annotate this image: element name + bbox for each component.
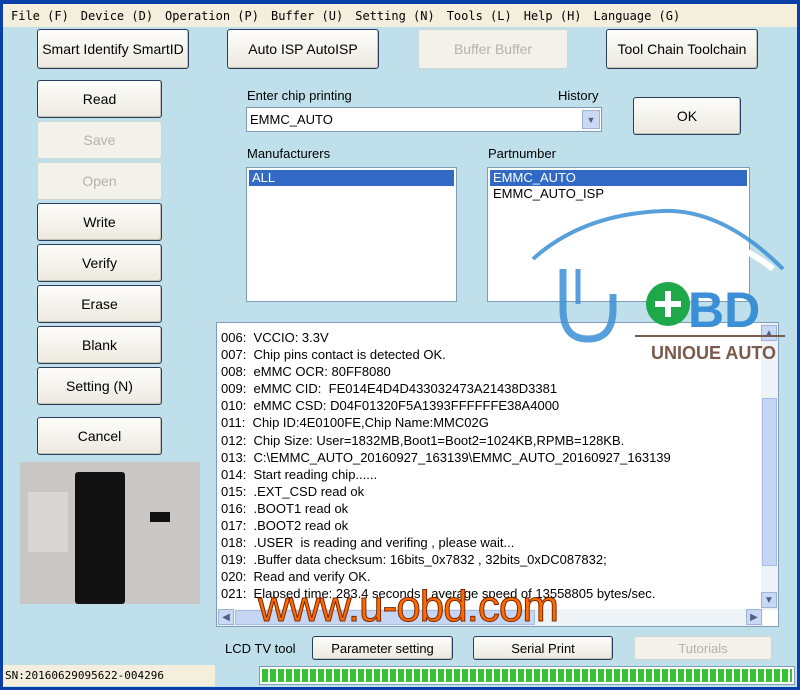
manufacturers-list[interactable]: ALL: [246, 167, 457, 302]
menu-file[interactable]: File (F): [11, 9, 69, 23]
vertical-scrollbar[interactable]: ▲ ▼: [761, 323, 778, 610]
tutorials-button[interactable]: Tutorials: [634, 636, 772, 660]
progress-bar: [259, 666, 795, 685]
scrollbar-thumb[interactable]: [762, 398, 777, 566]
programmer-device-image: [20, 462, 200, 604]
auto-isp-button[interactable]: Auto ISP AutoISP: [227, 29, 379, 69]
chip-printing-label: Enter chip printing: [247, 88, 352, 103]
list-item[interactable]: EMMC_AUTO: [490, 170, 747, 186]
menu-device[interactable]: Device (D): [81, 9, 153, 23]
list-item[interactable]: ALL: [249, 170, 454, 186]
setting-button[interactable]: Setting (N): [37, 367, 162, 405]
svg-text:UNIQUE AUTO: UNIQUE AUTO: [651, 343, 776, 359]
u-obd-logo-watermark: BD UNIQUE AUTO: [531, 208, 785, 359]
scroll-left-icon[interactable]: ◀: [218, 609, 234, 625]
toolchain-button[interactable]: Tool Chain Toolchain: [606, 29, 758, 69]
menu-help[interactable]: Help (H): [524, 9, 582, 23]
lcd-tv-tool-label: LCD TV tool: [225, 641, 296, 656]
log-line: 016: .BOOT1 read ok: [221, 500, 349, 516]
menu-tools[interactable]: Tools (L): [447, 9, 512, 23]
blank-button[interactable]: Blank: [37, 326, 162, 364]
save-button[interactable]: Save: [37, 121, 162, 159]
menu-operation[interactable]: Operation (P): [165, 9, 259, 23]
progress-fill: [262, 669, 792, 682]
write-button[interactable]: Write: [37, 203, 162, 241]
partnumber-label: Partnumber: [488, 146, 556, 161]
log-line: 014: Start reading chip......: [221, 466, 378, 482]
log-line: 017: .BOOT2 read ok: [221, 518, 349, 534]
buffer-button[interactable]: Buffer Buffer: [418, 29, 568, 69]
log-line: 019: .Buffer data checksum: 16bits_0x783…: [221, 552, 607, 568]
ok-button[interactable]: OK: [633, 97, 741, 135]
status-bar: SN:20160629095622-004296: [3, 664, 797, 687]
log-line: 012: Chip Size: User=1832MB,Boot1=Boot2=…: [221, 432, 625, 448]
menu-setting[interactable]: Setting (N): [355, 9, 434, 23]
log-line: 013: C:\EMMC_AUTO_20160927_163139\EMMC_A…: [221, 449, 671, 465]
svg-text:BD: BD: [688, 282, 760, 338]
programmer-window: File (F) Device (D) Operation (P) Buffer…: [3, 4, 797, 687]
manufacturers-label: Manufacturers: [247, 146, 331, 161]
log-line: 015: .EXT_CSD read ok: [221, 483, 365, 499]
scroll-right-icon[interactable]: ▶: [746, 609, 762, 625]
open-button[interactable]: Open: [37, 162, 162, 200]
chip-printing-combobox[interactable]: EMMC_AUTO ▼: [246, 107, 602, 132]
chip-printing-value: EMMC_AUTO: [250, 112, 333, 127]
verify-button[interactable]: Verify: [37, 244, 162, 282]
parameter-setting-button[interactable]: Parameter setting: [312, 636, 453, 660]
history-label: History: [558, 88, 599, 103]
url-watermark: www.u-obd.com: [257, 582, 559, 632]
menu-bar: File (F) Device (D) Operation (P) Buffer…: [3, 4, 797, 27]
log-line: 009: eMMC CID: FE014E4D4D433032473A21438…: [221, 381, 558, 397]
chevron-down-icon[interactable]: ▼: [582, 110, 600, 129]
serial-number: SN:20160629095622-004296: [3, 665, 215, 686]
cancel-button[interactable]: Cancel: [37, 417, 162, 455]
serial-print-button[interactable]: Serial Print: [473, 636, 613, 660]
log-line: 018: .USER is reading and verifing , ple…: [221, 535, 515, 551]
scroll-down-icon[interactable]: ▼: [761, 592, 777, 608]
log-line: 011: Chip ID:4E0100FE,Chip Name:MMC02G: [221, 415, 489, 431]
erase-button[interactable]: Erase: [37, 285, 162, 323]
log-line: 008: eMMC OCR: 80FF8080: [221, 364, 391, 380]
menu-language[interactable]: Language (G): [594, 9, 681, 23]
smart-identify-button[interactable]: Smart Identify SmartID: [37, 29, 189, 69]
menu-buffer[interactable]: Buffer (U): [271, 9, 343, 23]
log-line: 010: eMMC CSD: D04F01320F5A1393FFFFFFE38…: [221, 398, 560, 414]
read-button[interactable]: Read: [37, 80, 162, 118]
